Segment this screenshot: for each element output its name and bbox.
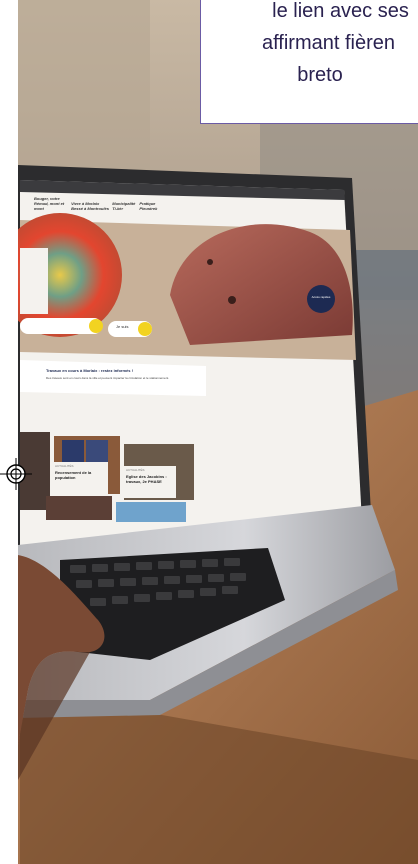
- card-1-title[interactable]: Recensement de la population: [55, 470, 107, 480]
- quick-access-label[interactable]: Accès rapides: [310, 295, 332, 299]
- card-1-tag: ACTUALITÉS: [55, 464, 74, 468]
- quote-line-3: breto: [297, 64, 343, 86]
- nav-item-1[interactable]: Bouger, votre Rémud, mont et mont: [34, 196, 70, 211]
- quote-line-2: affirmant fièren: [261, 32, 396, 54]
- crosshair-target-icon: [0, 458, 32, 490]
- news-banner-text: Des travaux sont en cours dans la ville …: [46, 376, 170, 380]
- laptop-photo: [0, 0, 418, 864]
- nav-item-2[interactable]: Vivre à Morlaix Bessé à Montroulès: [71, 201, 111, 211]
- left-margin: [0, 0, 18, 864]
- nav-item-3[interactable]: Municipalité Ti-kèr: [112, 201, 138, 211]
- screen-nav: Bouger, votre Rémud, mont et mont Vivre …: [34, 196, 214, 211]
- search-pill-label[interactable]: Je suis: [116, 324, 128, 329]
- card-2-tag: ACTUALITÉS: [126, 468, 145, 472]
- nav-item-4[interactable]: Pratique Pleustrek: [139, 201, 165, 211]
- quote-line-1: le lien avec ses: [272, 0, 409, 22]
- news-banner-title[interactable]: Travaux en cours à Morlaix : restez info…: [46, 368, 196, 373]
- card-2-title[interactable]: Eglise des Jacobins : travaux, 2e PHASE: [126, 474, 176, 484]
